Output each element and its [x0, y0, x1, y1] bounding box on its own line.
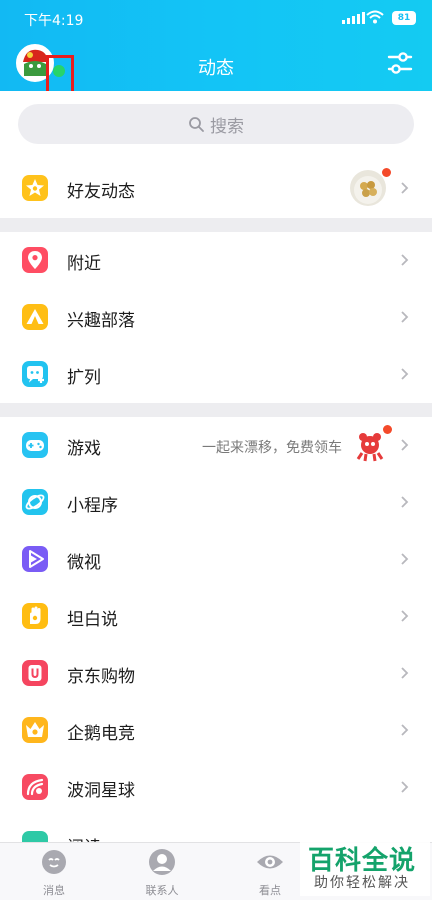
chevron-right-icon	[401, 496, 409, 508]
game-promo-text: 一起来漂移，免费领车	[202, 440, 342, 456]
planet-icon	[22, 774, 48, 800]
row-label-game: 游戏	[67, 439, 101, 459]
chevron-right-icon	[401, 368, 409, 380]
row-label-nearby: 附近	[67, 254, 101, 274]
play-icon	[22, 546, 48, 572]
search-area: 搜索	[0, 91, 432, 158]
contact-icon	[149, 849, 175, 875]
signal-icon	[342, 12, 365, 24]
orbit-icon	[22, 489, 48, 515]
chat-plus-icon	[22, 361, 48, 387]
row-label-partial: 阅读	[67, 833, 101, 842]
tab-label-contacts: 联系人	[145, 884, 179, 897]
gamepad-icon	[22, 432, 48, 458]
tab-kandian[interactable]: 看点	[240, 847, 300, 898]
watermark-subtitle: 助你轻松解决	[314, 875, 410, 891]
row-label-tanbai: 坦白说	[67, 610, 118, 630]
row-bodong-planet[interactable]: 波洞星球	[0, 759, 432, 816]
friends-thumbnail	[350, 170, 386, 206]
row-game[interactable]: 游戏 一起来漂移，免费领车	[0, 417, 432, 474]
row-label-tribe: 兴趣部落	[67, 311, 135, 331]
row-label-weishi: 微视	[67, 553, 101, 573]
row-label-friends: 好友动态	[67, 182, 135, 202]
location-pin-icon	[22, 247, 48, 273]
chevron-right-icon	[401, 182, 409, 194]
filter-settings-icon[interactable]	[386, 50, 414, 76]
row-kuolie[interactable]: 扩列	[0, 346, 432, 403]
tent-icon	[22, 304, 48, 330]
status-bar: 下午4:19 81	[0, 0, 432, 36]
jd-bag-icon	[22, 660, 48, 686]
star-face-icon	[22, 175, 48, 201]
row-label-bodong: 波洞星球	[67, 781, 135, 801]
book-icon	[22, 831, 48, 842]
message-icon	[42, 850, 66, 874]
search-input[interactable]: 搜索	[18, 104, 414, 144]
tab-contacts[interactable]: 联系人	[132, 847, 192, 898]
section-discover: 附近 兴趣部落 扩列	[0, 232, 432, 403]
row-label-kuolie: 扩列	[67, 368, 101, 388]
chevron-right-icon	[401, 724, 409, 736]
chevron-right-icon	[401, 254, 409, 266]
row-friends-feed[interactable]: 好友动态	[0, 160, 432, 217]
search-placeholder: 搜索	[210, 116, 244, 137]
game-mascot-icon	[356, 433, 384, 462]
search-icon	[189, 117, 204, 132]
row-mini-program[interactable]: 小程序	[0, 474, 432, 531]
chevron-right-icon	[401, 667, 409, 679]
tab-label-kandian: 看点	[259, 884, 281, 897]
eye-icon	[257, 855, 283, 869]
new-badge-dot	[382, 168, 391, 177]
row-label-esports: 企鹅电竞	[67, 724, 135, 744]
row-tanbai[interactable]: 坦白说	[0, 588, 432, 645]
crown-icon	[22, 717, 48, 743]
row-label-miniapp: 小程序	[67, 496, 118, 516]
watermark: 百科全说 助你轻松解决	[300, 838, 430, 896]
section-apps: 游戏 一起来漂移，免费领车 小程序 微视 坦白说 京东购物 企鹅电竞 波洞星球	[0, 417, 432, 842]
wifi-icon	[366, 10, 384, 24]
row-label-jd: 京东购物	[67, 667, 135, 687]
chevron-right-icon	[401, 439, 409, 451]
tab-messages[interactable]: 消息	[24, 847, 84, 898]
row-nearby[interactable]: 附近	[0, 232, 432, 289]
section-friends: 好友动态	[0, 158, 432, 218]
new-badge-dot	[383, 425, 392, 434]
chevron-right-icon	[401, 781, 409, 793]
row-weishi[interactable]: 微视	[0, 531, 432, 588]
status-time: 下午4:19	[24, 13, 84, 29]
battery-icon: 81	[392, 11, 416, 25]
tab-label-messages: 消息	[43, 884, 65, 897]
chevron-right-icon	[401, 311, 409, 323]
chevron-right-icon	[401, 610, 409, 622]
row-jd-shopping[interactable]: 京东购物	[0, 645, 432, 702]
hand-icon	[22, 603, 48, 629]
row-penguin-esports[interactable]: 企鹅电竞	[0, 702, 432, 759]
row-interest-tribe[interactable]: 兴趣部落	[0, 289, 432, 346]
chevron-right-icon	[401, 553, 409, 565]
